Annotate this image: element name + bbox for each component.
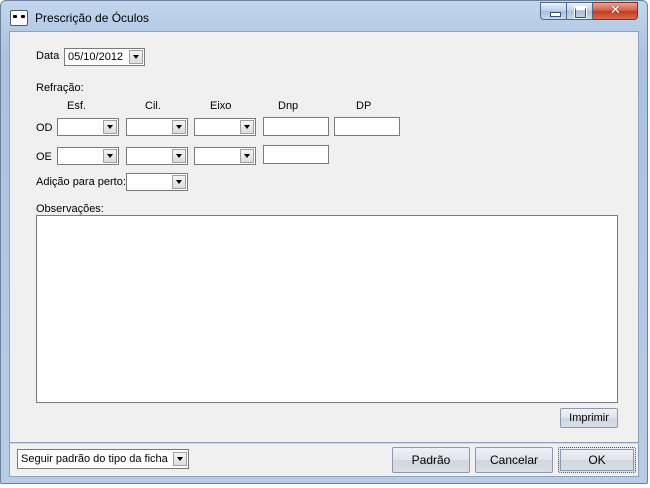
glasses-icon [10,10,28,26]
oe-cil-select[interactable] [126,147,188,165]
ok-button[interactable]: OK [558,447,636,473]
od-dnp-input[interactable] [263,117,329,136]
chevron-down-icon[interactable] [103,120,117,134]
column-dnp: Dnp [278,100,299,112]
date-label: Data [36,50,60,62]
column-dp: DP [356,100,372,112]
chevron-down-icon[interactable] [103,149,117,163]
close-icon: ✕ [610,3,621,18]
mode-select[interactable]: Seguir padrão do tipo da ficha [17,449,189,469]
observations-textarea[interactable] [36,215,618,403]
maximize-button[interactable] [567,2,593,20]
oe-dnp-input[interactable] [263,145,329,164]
chevron-down-icon[interactable] [240,149,254,163]
addition-label: Adição para perto: [36,176,126,188]
print-button[interactable]: Imprimir [560,408,618,428]
minimize-button[interactable] [540,2,567,20]
close-button[interactable]: ✕ [593,2,638,20]
chevron-down-icon[interactable] [172,175,186,189]
row-label-oe: OE [36,151,52,163]
addition-select[interactable] [126,173,188,191]
oe-eixo-select[interactable] [194,147,256,165]
default-button[interactable]: Padrão [392,447,470,473]
form-panel: Data 05/10/2012 Refração: Esf. Cil. Eixo… [9,31,639,443]
window-title: Prescrição de Óculos [35,11,150,25]
od-cil-select[interactable] [126,118,188,136]
chevron-down-icon[interactable] [240,120,254,134]
mode-select-value: Seguir padrão do tipo da ficha [21,453,168,465]
chevron-down-icon[interactable] [172,149,186,163]
date-value: 05/10/2012 [68,51,124,63]
date-picker[interactable]: 05/10/2012 [64,48,145,66]
observations-label: Observações: [36,203,104,215]
chevron-down-icon[interactable] [173,452,187,466]
oe-esf-select[interactable] [57,147,119,165]
title-bar[interactable]: Prescrição de Óculos ✕ [1,1,647,31]
od-esf-select[interactable] [57,118,119,136]
column-eixo: Eixo [210,100,232,112]
column-esf: Esf. [67,100,86,112]
od-eixo-select[interactable] [194,118,256,136]
row-label-od: OD [36,122,53,134]
caption-buttons: ✕ [540,2,638,20]
chevron-down-icon[interactable] [129,50,143,64]
chevron-down-icon[interactable] [172,120,186,134]
dialog-window: Prescrição de Óculos ✕ Data 05/10/2012 R… [0,0,648,484]
minimize-icon [550,12,561,17]
column-cil: Cil. [145,100,161,112]
refraction-label: Refração: [36,82,84,94]
footer-bar: Seguir padrão do tipo da ficha Padrão Ca… [9,443,639,477]
od-dp-input[interactable] [334,117,400,136]
maximize-icon [574,6,587,19]
cancel-button[interactable]: Cancelar [475,447,553,473]
